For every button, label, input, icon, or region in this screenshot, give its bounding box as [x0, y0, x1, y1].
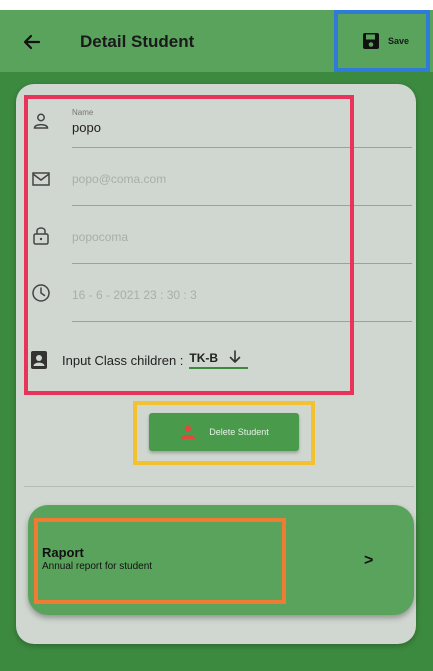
back-button[interactable]: [18, 28, 46, 56]
delete-student-button[interactable]: Delete Student: [149, 413, 299, 451]
delete-student-label: Delete Student: [209, 427, 269, 437]
report-title: Raport: [42, 545, 84, 560]
person-remove-icon: [181, 425, 196, 439]
floppy-disk-icon: [363, 33, 379, 49]
save-label: Save: [388, 36, 410, 46]
form-highlight-box: [24, 95, 354, 395]
report-subtitle: Annual report for student: [42, 561, 153, 572]
chevron-right-icon: >: [364, 552, 374, 569]
page-title: Detail Student: [80, 32, 195, 51]
arrow-left-icon: [23, 34, 41, 50]
delete-highlight-box: Delete Student: [133, 401, 315, 465]
status-area: [0, 0, 433, 10]
save-button[interactable]: Save: [334, 10, 430, 72]
app-root: Detail Student Save Name popo popo@coma.…: [0, 0, 433, 671]
app-bar: Detail Student Save: [0, 10, 433, 72]
section-divider: [24, 486, 414, 487]
